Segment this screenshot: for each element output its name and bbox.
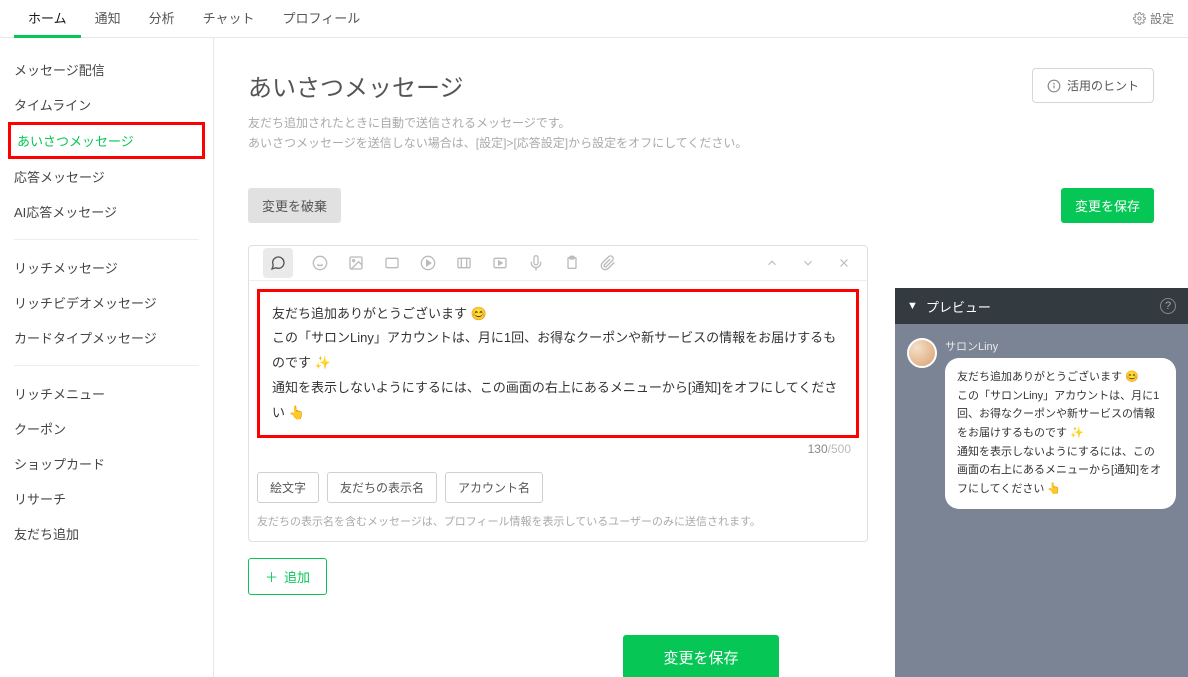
sidebar-item-research[interactable]: リサーチ [14,481,199,516]
chat-sender-name: サロンLiny [945,338,1176,354]
nav-tab-home[interactable]: ホーム [14,0,81,38]
chevron-down-icon[interactable] [799,254,817,272]
attachment-icon[interactable] [599,254,617,272]
discard-button[interactable]: 変更を破棄 [248,188,341,223]
nav-tab-profile[interactable]: プロフィール [269,0,375,38]
card-icon[interactable] [383,254,401,272]
hint-button[interactable]: 活用のヒント [1032,68,1154,103]
sidebar-item-rich-video-message[interactable]: リッチビデオメッセージ [14,285,199,320]
sidebar-item-rich-message[interactable]: リッチメッセージ [14,250,199,285]
sidebar-item-card-type-message[interactable]: カードタイプメッセージ [14,320,199,355]
info-icon [1047,79,1061,93]
clipboard-icon[interactable] [563,254,581,272]
preview-panel: ▼ プレビュー ? サロンLiny 友だち追加ありがとうございます 😊 この「サ… [895,288,1188,677]
sidebar-item-message-broadcast[interactable]: メッセージ配信 [14,52,199,87]
save-button-bottom[interactable]: 変更を保存 [623,635,778,677]
save-button-top[interactable]: 変更を保存 [1061,188,1154,223]
mic-icon[interactable] [527,254,545,272]
sidebar-item-response-message[interactable]: 応答メッセージ [14,159,199,194]
film-icon[interactable] [455,254,473,272]
preview-title: プレビュー [926,297,1160,316]
nav-tab-notifications[interactable]: 通知 [81,0,135,38]
smiley-icon[interactable] [311,254,329,272]
chip-friend-display-name[interactable]: 友だちの表示名 [327,472,437,503]
sidebar-item-greeting-message[interactable]: あいさつメッセージ [8,122,205,159]
chip-account-name[interactable]: アカウント名 [445,472,543,503]
sidebar-item-shop-card[interactable]: ショップカード [14,446,199,481]
message-textarea[interactable]: 友だち追加ありがとうございます 😊 この「サロンLiny」アカウントは、月に1回… [257,289,859,438]
chevron-up-icon[interactable] [763,254,781,272]
add-button[interactable]: ＋ 追加 [248,558,327,595]
sidebar-item-timeline[interactable]: タイムライン [14,87,199,122]
settings-label: 設定 [1150,10,1174,27]
chat-bubble-icon[interactable] [263,248,293,278]
avatar [907,338,937,368]
message-composer: 友だち追加ありがとうございます 😊 この「サロンLiny」アカウントは、月に1回… [248,245,868,542]
chevron-down-icon: ▼ [907,300,918,312]
page-title: あいさつメッセージ [248,68,1032,103]
chat-bubble: 友だち追加ありがとうございます 😊 この「サロンLiny」アカウントは、月に1回… [945,358,1176,509]
close-icon[interactable] [835,254,853,272]
gear-icon [1133,12,1146,25]
sidebar-item-add-friend[interactable]: 友だち追加 [14,516,199,551]
chip-emoji[interactable]: 絵文字 [257,472,319,503]
page-description: 友だち追加されたときに自動で送信されるメッセージです。 あいさつメッセージを送信… [248,113,1032,154]
sidebar: メッセージ配信 タイムライン あいさつメッセージ 応答メッセージ AI応答メッセ… [0,38,214,677]
composer-toolbar [249,246,867,281]
composer-note: 友だちの表示名を含むメッセージは、プロフィール情報を表示しているユーザーのみに送… [249,513,867,541]
settings-link[interactable]: 設定 [1133,10,1174,27]
sidebar-item-coupon[interactable]: クーポン [14,411,199,446]
top-nav: ホーム 通知 分析 チャット プロフィール 設定 [0,0,1188,38]
play-circle-icon[interactable] [419,254,437,272]
image-icon[interactable] [347,254,365,272]
preview-header[interactable]: ▼ プレビュー ? [895,288,1188,324]
plus-icon: ＋ [265,567,278,586]
video-play-icon[interactable] [491,254,509,272]
nav-tab-chat[interactable]: チャット [189,0,269,38]
sidebar-item-ai-response-message[interactable]: AI応答メッセージ [14,194,199,229]
preview-body: サロンLiny 友だち追加ありがとうございます 😊 この「サロンLiny」アカウ… [895,324,1188,677]
help-icon[interactable]: ? [1160,298,1176,314]
char-count: 130/500 [257,438,859,464]
nav-tab-analytics[interactable]: 分析 [135,0,189,38]
sidebar-item-rich-menu[interactable]: リッチメニュー [14,376,199,411]
